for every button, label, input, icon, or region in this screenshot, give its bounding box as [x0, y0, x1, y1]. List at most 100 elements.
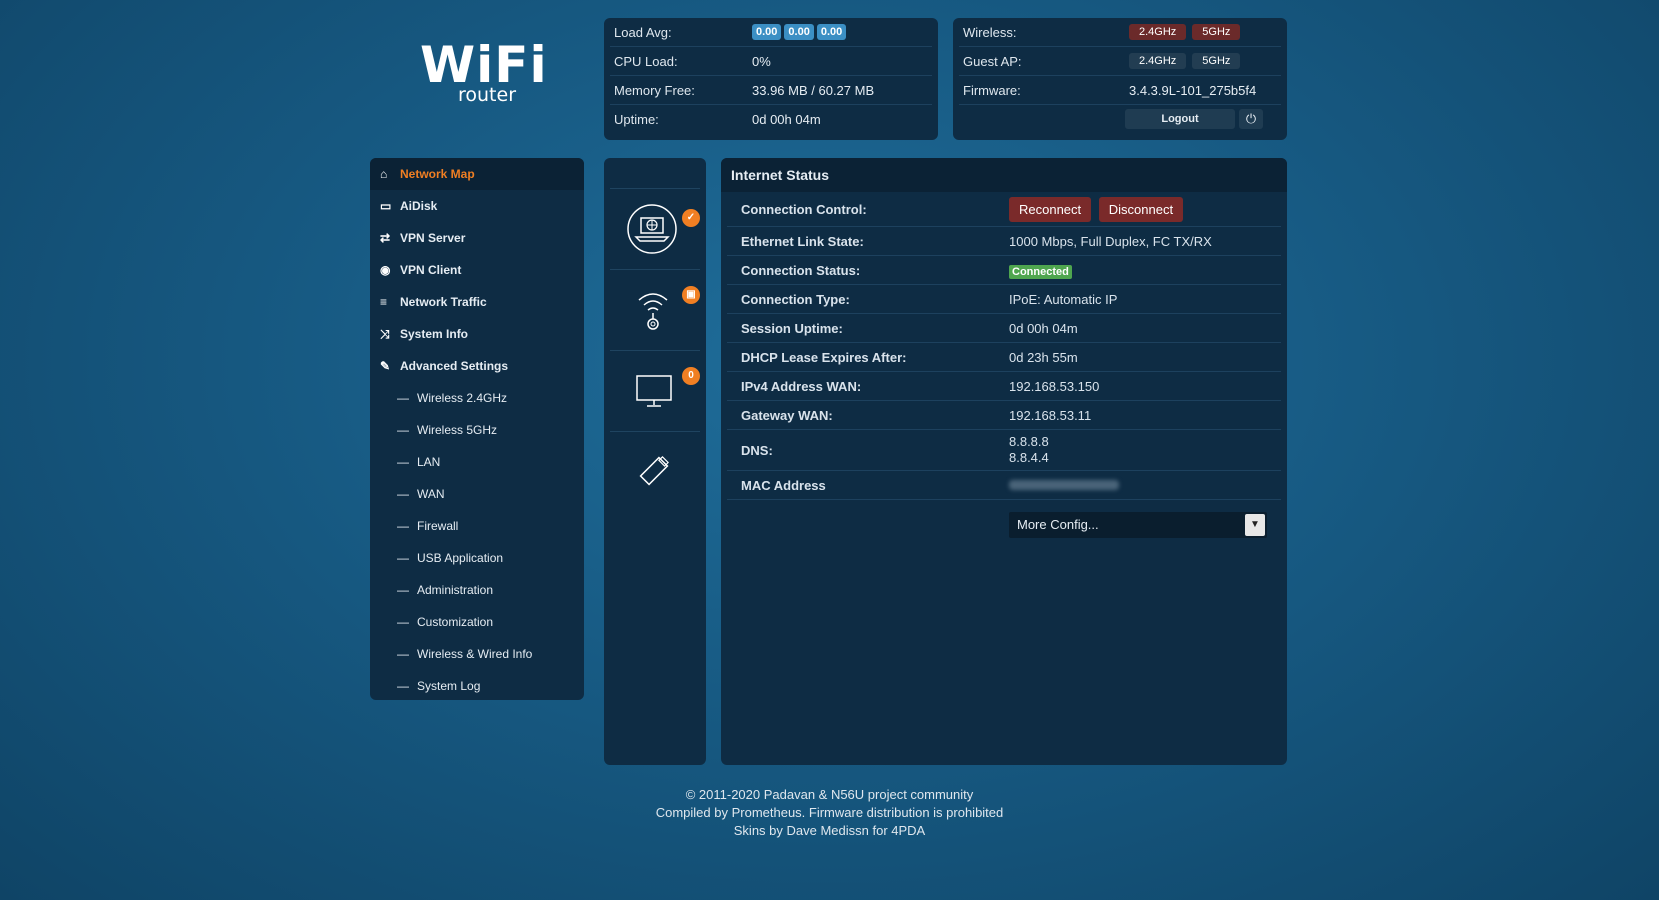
- dhcp-lease-label: DHCP Lease Expires After:: [741, 349, 907, 365]
- sidebar-item-network-map[interactable]: ⌂ Network Map: [370, 158, 584, 190]
- memory-label: Memory Free:: [614, 82, 695, 98]
- reconnect-button[interactable]: Reconnect: [1009, 196, 1092, 222]
- logout-button[interactable]: Logout: [1125, 109, 1235, 129]
- cpu-label: CPU Load:: [614, 53, 678, 69]
- load-avg-label: Load Avg:: [614, 24, 672, 40]
- firmware-row: Firmware: 3.4.3.9L-101_275b5f4: [959, 76, 1281, 105]
- uptime-label: Uptime:: [614, 111, 659, 127]
- gateway-label: Gateway WAN:: [741, 407, 833, 423]
- chevron-down-icon[interactable]: ▼: [1245, 514, 1265, 536]
- firmware-label: Firmware:: [963, 82, 1021, 98]
- sidebar-item-aidisk[interactable]: ▭ AiDisk: [370, 190, 584, 222]
- dhcp-lease-row: DHCP Lease Expires After: 0d 23h 55m: [727, 343, 1281, 372]
- sidebar-item-advanced-settings[interactable]: ✎ Advanced Settings: [370, 350, 584, 382]
- sidebar-item-label: Network Traffic: [400, 295, 487, 309]
- sidebar-item-network-traffic[interactable]: ≡ Network Traffic: [370, 286, 584, 318]
- ipv4-row: IPv4 Address WAN: 192.168.53.150: [727, 372, 1281, 401]
- sidebar-item-label: Network Map: [400, 167, 475, 181]
- network-map-icon-column: ✓ ▣ 0: [604, 158, 706, 765]
- connection-control-row: Connection Control: Reconnect Disconnect: [727, 192, 1281, 227]
- logout-row: Logout ⏻: [959, 105, 1281, 133]
- guest-5-badge[interactable]: 5GHz: [1192, 53, 1241, 69]
- list-icon: ≡: [380, 295, 388, 309]
- ethernet-link-label: Ethernet Link State:: [741, 233, 864, 249]
- sidebar-item-system-info[interactable]: ⤨ System Info: [370, 318, 584, 350]
- wireless-row: Wireless: 2.4GHz 5GHz: [959, 18, 1281, 47]
- sidebar-item-label: System Info: [400, 327, 469, 341]
- usb-node[interactable]: [610, 432, 700, 512]
- load-avg-5: 0.00: [784, 24, 814, 40]
- wireless-5-badge[interactable]: 5GHz: [1192, 24, 1241, 40]
- dns-label: DNS:: [741, 442, 773, 458]
- more-config-select[interactable]: More Config... ▼: [1009, 512, 1267, 538]
- sidebar-sub-wireless-wired-info[interactable]: — Wireless & Wired Info: [370, 638, 584, 670]
- wifi-icon: [638, 293, 668, 330]
- footer-copyright: © 2011-2020 Padavan & N56U project commu…: [685, 787, 974, 802]
- sidebar-sub-wireless-5[interactable]: — Wireless 5GHz: [370, 414, 584, 446]
- uptime-value: 0d 00h 04m: [752, 111, 821, 127]
- sidebar-sub-lan[interactable]: — LAN: [370, 446, 584, 478]
- status-badge: Connected: [1009, 264, 1072, 279]
- connection-type-value: IPoE: Automatic IP: [1009, 291, 1118, 307]
- sidebar-item-label: VPN Client: [400, 263, 462, 277]
- sidebar: ⌂ Network Map ▭ AiDisk ⇄ VPN Server ◉ VP…: [370, 158, 584, 700]
- wireless-24-badge[interactable]: 2.4GHz: [1129, 24, 1187, 40]
- sidebar-sub-wan[interactable]: — WAN: [370, 478, 584, 510]
- load-avg-row: Load Avg: 0.00 0.00 0.00: [610, 18, 932, 47]
- home-icon: ⌂: [380, 167, 388, 181]
- sidebar-item-label: Advanced Settings: [400, 359, 509, 373]
- system-stats-panel: Load Avg: 0.00 0.00 0.00 CPU Load: 0% Me…: [604, 18, 938, 140]
- lock-icon: ▣: [682, 286, 700, 304]
- guest-24-badge[interactable]: 2.4GHz: [1129, 53, 1187, 69]
- sidebar-sub-wireless-24[interactable]: — Wireless 2.4GHz: [370, 382, 584, 414]
- sidebar-sub-firewall[interactable]: — Firewall: [370, 510, 584, 542]
- connection-control-label: Connection Control:: [741, 201, 867, 217]
- wireless-status-panel: Wireless: 2.4GHz 5GHz Guest AP: 2.4GHz 5…: [953, 18, 1287, 140]
- session-uptime-label: Session Uptime:: [741, 320, 843, 336]
- mac-row: MAC Address: [727, 471, 1281, 500]
- ipv4-value: 192.168.53.150: [1009, 378, 1100, 394]
- connection-type-row: Connection Type: IPoE: Automatic IP: [727, 285, 1281, 314]
- firmware-value: 3.4.3.9L-101_275b5f4: [1129, 82, 1257, 98]
- connection-status-label: Connection Status:: [741, 262, 861, 278]
- load-avg-15: 0.00: [816, 24, 847, 40]
- internet-laptop-icon: [627, 204, 677, 254]
- iconcol-header: [610, 158, 700, 189]
- dns-row: DNS: 8.8.8.8 8.8.4.4: [727, 430, 1281, 471]
- session-uptime-value: 0d 00h 04m: [1009, 320, 1078, 336]
- sidebar-item-vpn-server[interactable]: ⇄ VPN Server: [370, 222, 584, 254]
- check-icon: ✓: [682, 209, 700, 227]
- logo-router: router: [458, 84, 517, 106]
- uptime-row: Uptime: 0d 00h 04m: [610, 105, 932, 133]
- wrench-icon: ✎: [380, 359, 391, 373]
- clients-node[interactable]: 0: [610, 351, 700, 432]
- internet-node[interactable]: ✓: [610, 189, 700, 270]
- sidebar-sub-system-log[interactable]: — System Log: [370, 670, 584, 702]
- ethernet-link-row: Ethernet Link State: 1000 Mbps, Full Dup…: [727, 227, 1281, 256]
- sidebar-sub-usb-application[interactable]: — USB Application: [370, 542, 584, 574]
- mac-label: MAC Address: [741, 477, 826, 493]
- dns-primary: 8.8.8.8: [1009, 434, 1049, 449]
- sidebar-item-vpn-client[interactable]: ◉ VPN Client: [370, 254, 584, 286]
- panel-title: Internet Status: [721, 158, 1287, 192]
- guest-ap-row: Guest AP: 2.4GHz 5GHz: [959, 47, 1281, 76]
- usb-icon: [639, 456, 669, 486]
- retweet-icon: ⇄: [380, 231, 391, 245]
- wireless-node[interactable]: ▣: [610, 270, 700, 351]
- sidebar-sub-customization[interactable]: — Customization: [370, 606, 584, 638]
- ethernet-link-value: 1000 Mbps, Full Duplex, FC TX/RX: [1009, 233, 1212, 249]
- connection-status-row: Connection Status: Connected: [727, 256, 1281, 285]
- footer: © 2011-2020 Padavan & N56U project commu…: [0, 786, 1659, 840]
- random-icon: ⤨: [380, 326, 390, 341]
- dhcp-lease-value: 0d 23h 55m: [1009, 349, 1078, 365]
- disconnect-button[interactable]: Disconnect: [1098, 196, 1184, 222]
- connection-type-label: Connection Type:: [741, 291, 850, 307]
- footer-compiled: Compiled by Prometheus. Firmware distrib…: [655, 805, 1004, 820]
- more-config-value: More Config...: [1017, 517, 1099, 532]
- power-icon[interactable]: ⏻: [1239, 109, 1263, 129]
- session-uptime-row: Session Uptime: 0d 00h 04m: [727, 314, 1281, 343]
- memory-value: 33.96 MB / 60.27 MB: [752, 82, 875, 98]
- sidebar-sub-administration[interactable]: — Administration: [370, 574, 584, 606]
- wireless-label: Wireless:: [963, 24, 1017, 40]
- internet-status-panel: Internet Status Connection Control: Reco…: [721, 158, 1287, 765]
